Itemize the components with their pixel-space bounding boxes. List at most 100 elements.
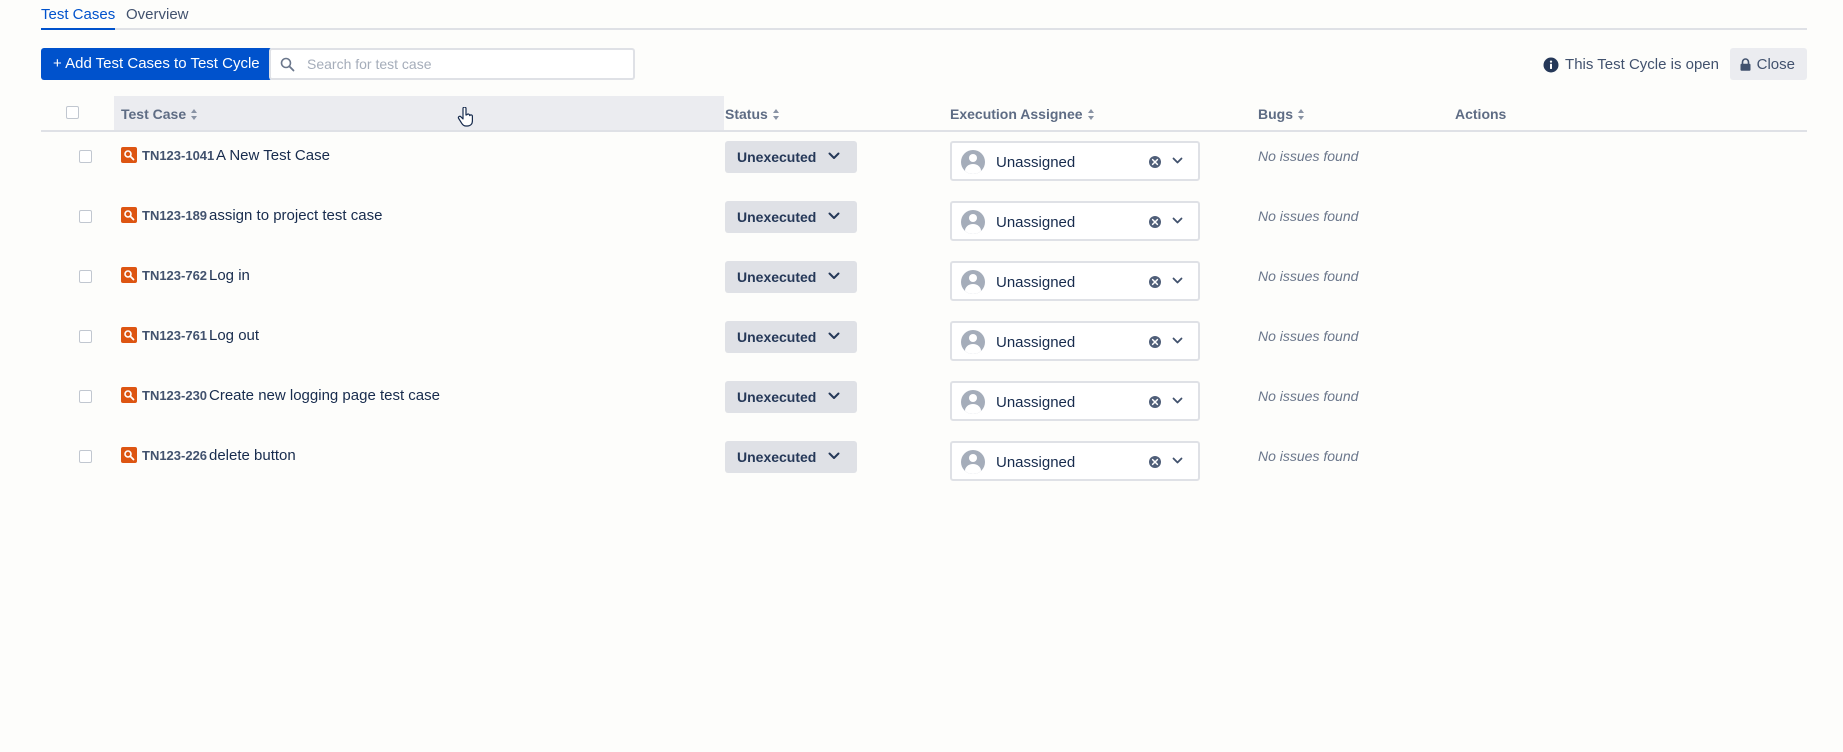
bugs-status: No issues found [1258,148,1359,164]
chevron-down-icon[interactable] [1172,337,1183,345]
cycle-status-text: This Test Cycle is open [1565,56,1719,73]
sort-icon [772,108,780,120]
column-test-case[interactable]: Test Case [121,106,198,122]
table-row: TN123-189 assign to project test case Un… [41,192,1807,252]
clear-icon[interactable] [1148,335,1162,349]
assignee-select[interactable]: Unassigned [950,441,1200,481]
assignee-name: Unassigned [996,394,1076,411]
chevron-down-icon [828,272,840,279]
row-checkbox[interactable] [79,270,92,283]
test-case-key[interactable]: TN123-189 [142,208,207,223]
bugs-status: No issues found [1258,268,1359,284]
chevron-down-icon [828,392,840,399]
test-case-key[interactable]: TN123-761 [142,328,207,343]
sort-icon [191,108,198,120]
chevron-down-icon[interactable] [1172,277,1183,285]
chevron-down-icon[interactable] [1172,157,1183,165]
column-status[interactable]: Status [725,106,780,122]
table-row: TN123-230 Create new logging page test c… [41,372,1807,432]
assignee-name: Unassigned [996,274,1076,291]
table-row: TN123-762 Log in Unexecuted Unassigned N… [41,252,1807,312]
test-case-name[interactable]: Log in [209,267,250,284]
row-checkbox[interactable] [79,210,92,223]
row-checkbox[interactable] [79,450,92,463]
status-label: Unexecuted [737,149,817,165]
toolbar: + Add Test Cases to Test Cycle This Test… [41,30,1807,96]
user-avatar-icon [961,270,985,294]
test-case-name[interactable]: delete button [209,447,296,464]
hand-cursor-icon [457,107,473,127]
status-dropdown[interactable]: Unexecuted [725,261,857,293]
status-label: Unexecuted [737,449,817,465]
tab-bar: Test Cases Overview [41,0,1807,30]
test-case-key[interactable]: TN123-230 [142,388,207,403]
status-label: Unexecuted [737,389,817,405]
info-icon [1543,57,1559,72]
search-input[interactable] [305,50,625,78]
user-avatar-icon [961,210,985,234]
clear-icon[interactable] [1148,215,1162,229]
assignee-select[interactable]: Unassigned [950,321,1200,361]
test-case-name[interactable]: assign to project test case [209,207,382,224]
test-case-name[interactable]: A New Test Case [216,147,330,164]
user-avatar-icon [961,390,985,414]
test-case-icon [121,267,137,283]
add-test-cases-button[interactable]: + Add Test Cases to Test Cycle [41,48,272,80]
assignee-select[interactable]: Unassigned [950,261,1200,301]
test-case-icon [121,147,137,163]
user-avatar-icon [961,150,985,174]
cycle-status: This Test Cycle is open [1543,56,1719,73]
lock-icon [1740,57,1751,71]
chevron-down-icon [828,452,840,459]
clear-icon[interactable] [1148,155,1162,169]
test-case-icon [121,327,137,343]
chevron-down-icon[interactable] [1172,217,1183,225]
user-avatar-icon [961,330,985,354]
test-case-key[interactable]: TN123-1041 [142,148,214,163]
test-case-icon [121,447,137,463]
test-case-key[interactable]: TN123-226 [142,448,207,463]
search-box[interactable] [269,48,635,80]
tab-overview[interactable]: Overview [126,6,189,23]
search-icon [280,57,295,72]
clear-icon[interactable] [1148,395,1162,409]
test-case-key[interactable]: TN123-762 [142,268,207,283]
row-checkbox[interactable] [79,150,92,163]
test-case-icon [121,207,137,223]
column-execution-assignee[interactable]: Execution Assignee [950,106,1095,122]
chevron-down-icon [828,332,840,339]
sort-icon [1087,108,1095,120]
status-label: Unexecuted [737,329,817,345]
chevron-down-icon[interactable] [1172,397,1183,405]
status-dropdown[interactable]: Unexecuted [725,321,857,353]
clear-icon[interactable] [1148,455,1162,469]
tab-test-cases[interactable]: Test Cases [41,6,116,30]
test-case-name[interactable]: Log out [209,327,259,344]
status-label: Unexecuted [737,209,817,225]
assignee-select[interactable]: Unassigned [950,141,1200,181]
chevron-down-icon[interactable] [1172,457,1183,465]
sorted-column-highlight [114,96,724,130]
test-case-name[interactable]: Create new logging page test case [209,387,440,404]
column-bugs[interactable]: Bugs [1258,106,1305,122]
chevron-down-icon [828,152,840,159]
bugs-status: No issues found [1258,448,1359,464]
table-row: TN123-226 delete button Unexecuted Unass… [41,432,1807,492]
assignee-name: Unassigned [996,154,1076,171]
close-label: Close [1756,55,1795,73]
clear-icon[interactable] [1148,275,1162,289]
status-dropdown[interactable]: Unexecuted [725,441,857,473]
status-dropdown[interactable]: Unexecuted [725,381,857,413]
status-dropdown[interactable]: Unexecuted [725,141,857,173]
close-cycle-button[interactable]: Close [1729,48,1807,80]
test-cycle-panel: Test Cases Overview + Add Test Cases to … [41,0,1807,492]
assignee-select[interactable]: Unassigned [950,381,1200,421]
test-case-icon [121,387,137,403]
sort-icon [1298,108,1305,120]
row-checkbox[interactable] [79,330,92,343]
table-body: TN123-1041 A New Test Case Unexecuted Un… [41,132,1807,492]
select-all-checkbox[interactable] [66,106,79,119]
row-checkbox[interactable] [79,390,92,403]
assignee-select[interactable]: Unassigned [950,201,1200,241]
status-dropdown[interactable]: Unexecuted [725,201,857,233]
